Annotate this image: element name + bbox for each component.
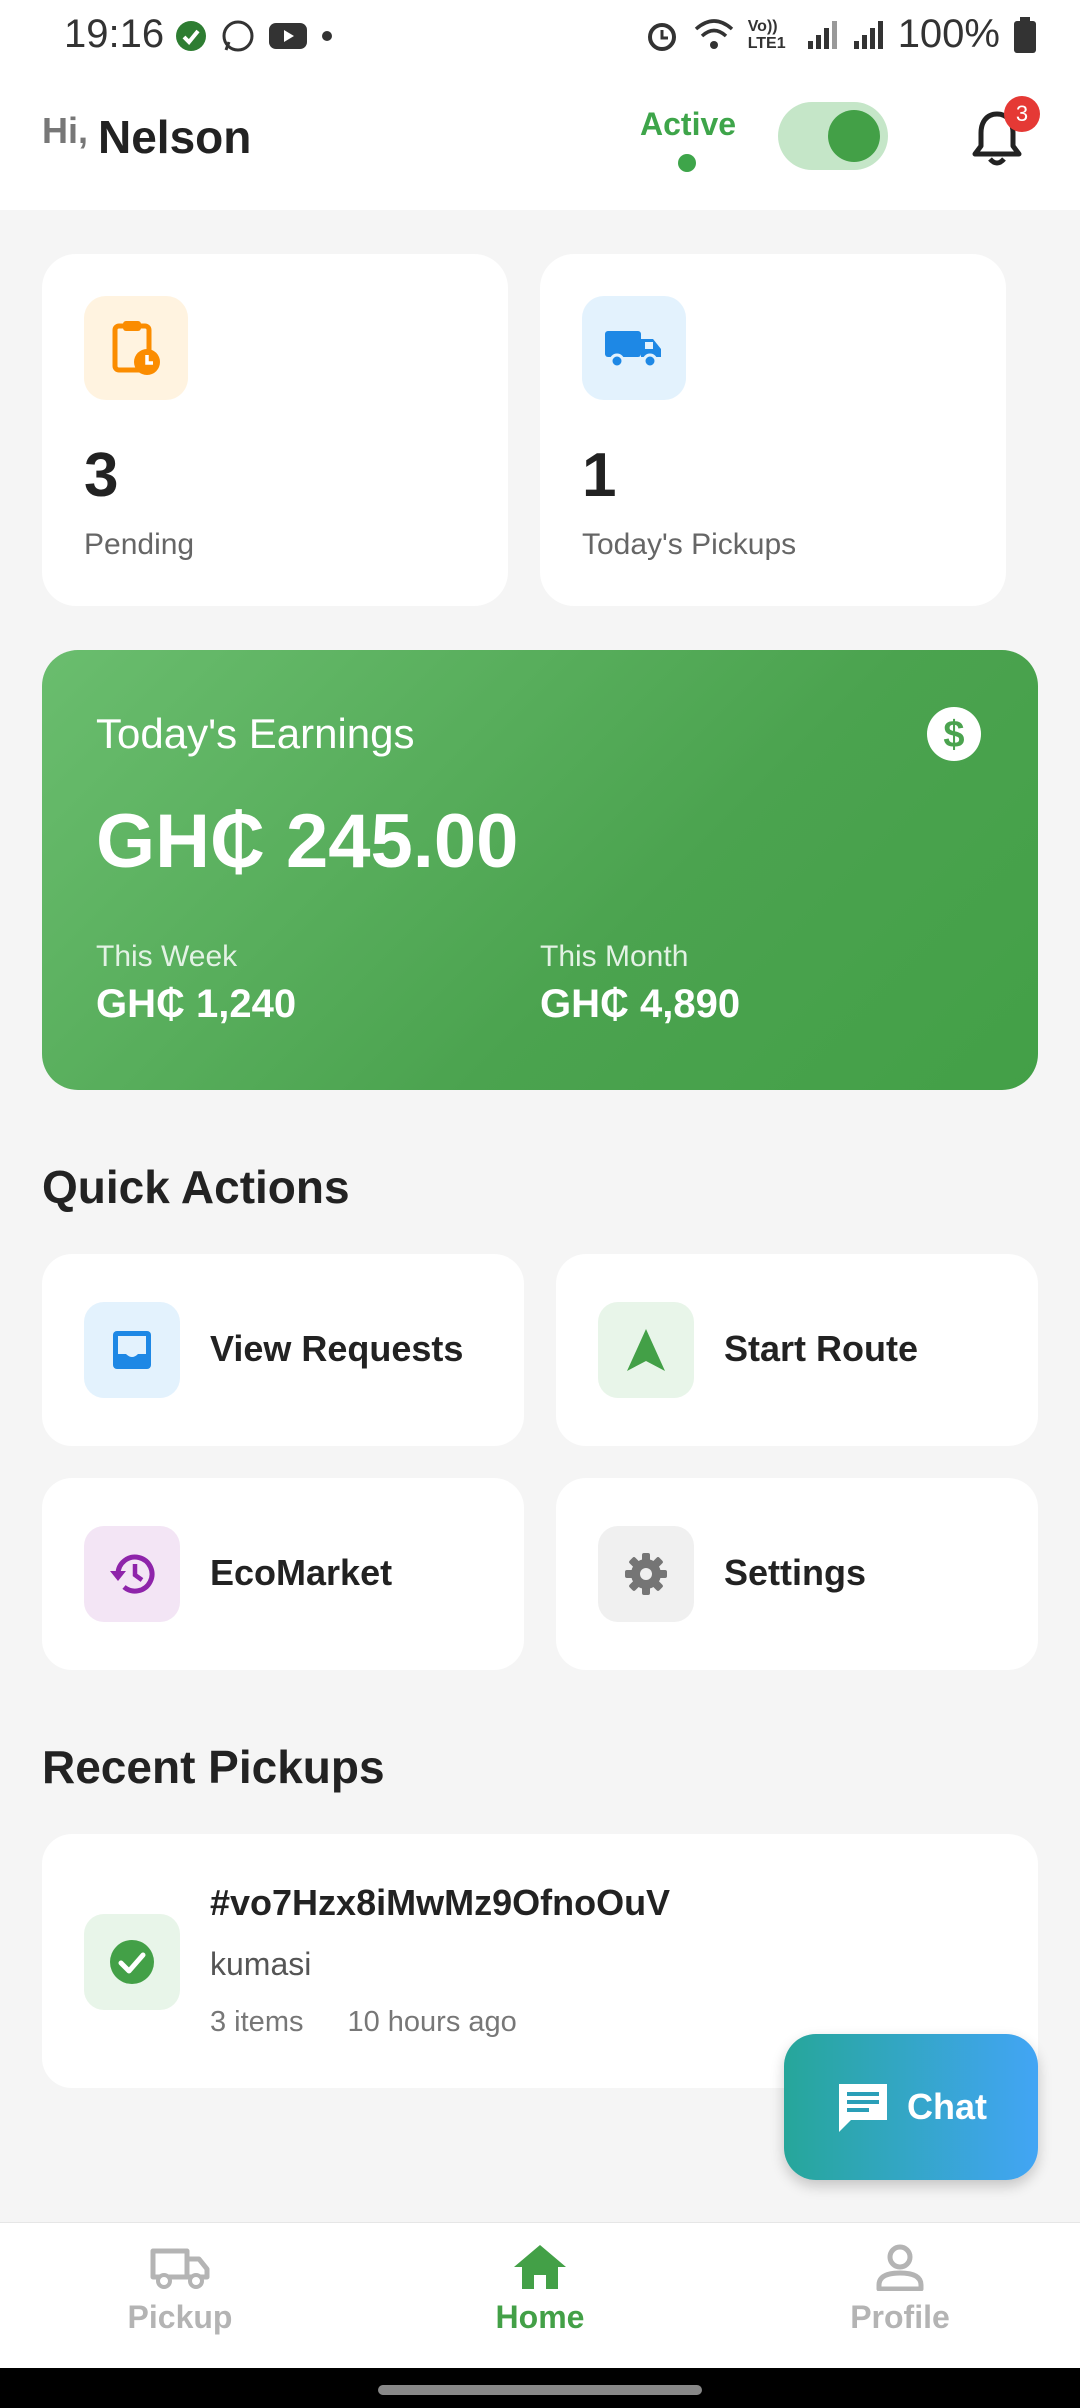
ecomarket-button[interactable]: EcoMarket: [42, 1478, 524, 1670]
truck-icon: [150, 2248, 210, 2289]
system-gesture-bar: [0, 2368, 1080, 2408]
stat-icon-box: [582, 296, 686, 400]
app-header: Hi, Nelson Active 3: [0, 72, 1080, 210]
stat-card-pending[interactable]: 3 Pending: [42, 254, 508, 606]
nav-item-pickup[interactable]: Pickup: [80, 2243, 280, 2336]
bottom-nav: Pickup Home Profile: [0, 2222, 1080, 2368]
battery-percent: 100%: [897, 12, 1000, 56]
person-icon: [876, 2244, 924, 2291]
app-notification-icon: [176, 21, 206, 51]
status-time: 19:16: [64, 12, 165, 56]
earnings-title: Today's Earnings: [96, 710, 415, 757]
more-dot-icon: [322, 31, 332, 41]
qa-icon-box: [84, 1526, 180, 1622]
status-dot: [678, 154, 696, 172]
qa-icon-box: [84, 1302, 180, 1398]
whatsapp-icon: [222, 20, 254, 52]
wifi-icon: [694, 18, 733, 49]
pickup-status-box: [84, 1914, 180, 2010]
network-type-label: Vo)) LTE1: [747, 17, 786, 52]
notification-badge: 3: [1004, 96, 1040, 132]
pickup-location: kumasi: [210, 1946, 312, 1982]
month-value: GH₵ 4,890: [540, 982, 741, 1026]
todays-pickups-label: Today's Pickups: [582, 528, 797, 561]
gesture-handle[interactable]: [378, 2385, 702, 2395]
pending-label: Pending: [84, 528, 195, 561]
gear-icon: [625, 1553, 667, 1595]
nav-label-home: Home: [495, 2299, 585, 2335]
view-requests-button[interactable]: View Requests: [42, 1254, 524, 1446]
view-requests-label: View Requests: [210, 1328, 464, 1369]
qa-icon-box: [598, 1526, 694, 1622]
pickup-item-count: 3 items: [210, 2006, 304, 2038]
settings-label: Settings: [724, 1552, 867, 1593]
start-route-button[interactable]: Start Route: [556, 1254, 1038, 1446]
chat-icon: [839, 2084, 887, 2132]
recent-pickups-title: Recent Pickups: [42, 1741, 385, 1793]
user-name: Nelson: [98, 111, 252, 163]
stat-card-todays-pickups[interactable]: 1 Today's Pickups: [540, 254, 1006, 606]
signal-icon: [807, 20, 837, 49]
battery-icon: [1014, 16, 1036, 53]
chat-button[interactable]: Chat: [784, 2034, 1038, 2180]
month-label: This Month: [540, 940, 689, 973]
signal-icon: [853, 20, 883, 49]
pickup-meta: 3 items 10 hours ago: [210, 2006, 517, 2039]
week-label: This Week: [96, 940, 238, 973]
quick-actions-title: Quick Actions: [42, 1161, 350, 1213]
start-route-label: Start Route: [724, 1328, 919, 1369]
dollar-icon: $: [927, 707, 981, 761]
history-icon: [110, 1554, 155, 1594]
home-icon: [514, 2245, 566, 2289]
youtube-icon: [269, 23, 307, 49]
inbox-icon: [113, 1331, 151, 1369]
nav-label-profile: Profile: [850, 2299, 950, 2335]
pending-count: 3: [84, 441, 119, 510]
status-system-icons: Vo)) LTE1 100%: [644, 12, 1036, 57]
toggle-knob: [828, 110, 880, 162]
earnings-amount: GH₵ 245.00: [96, 799, 519, 884]
pickup-id: #vo7Hzx8iMwMz9OfnoOuV: [210, 1882, 671, 1923]
todays-pickups-count: 1: [582, 441, 617, 510]
status-notification-icons: [174, 18, 334, 54]
navigation-icon: [627, 1329, 665, 1371]
earnings-card[interactable]: Today's Earnings $ GH₵ 245.00 This Week …: [42, 650, 1038, 1090]
week-value: GH₵ 1,240: [96, 982, 297, 1026]
settings-button[interactable]: Settings: [556, 1478, 1038, 1670]
svg-text:$: $: [943, 714, 964, 756]
truck-icon: [605, 331, 661, 369]
active-toggle[interactable]: [778, 102, 888, 170]
status-label: Active: [640, 106, 737, 142]
nav-label-pickup: Pickup: [127, 2299, 233, 2335]
alarm-icon: [647, 22, 676, 51]
check-circle-icon: [110, 1940, 154, 1984]
ecomarket-label: EcoMarket: [210, 1552, 393, 1593]
nav-item-home[interactable]: Home: [440, 2243, 640, 2336]
clipboard-clock-icon: [112, 321, 160, 375]
stat-icon-box: [84, 296, 188, 400]
pickup-time: 10 hours ago: [347, 2006, 517, 2038]
qa-icon-box: [598, 1302, 694, 1398]
chat-label: Chat: [907, 2086, 987, 2127]
greeting-text: Hi,: [42, 110, 89, 151]
status-bar: 19:16 Vo)) LTE1 100%: [0, 0, 1080, 72]
nav-item-profile[interactable]: Profile: [800, 2243, 1000, 2336]
